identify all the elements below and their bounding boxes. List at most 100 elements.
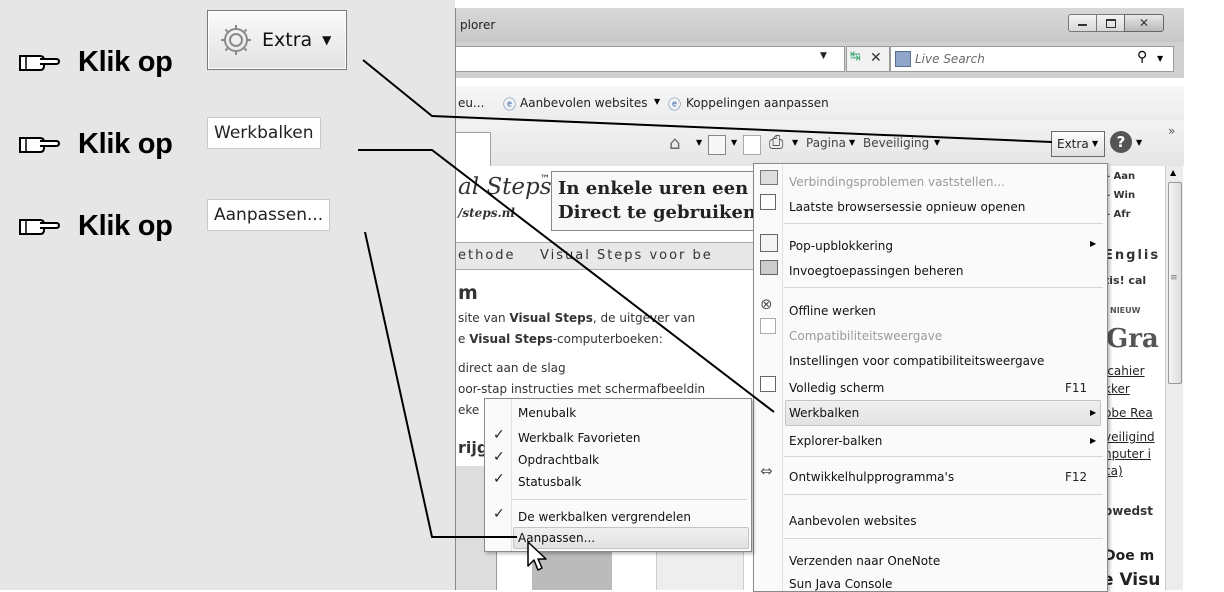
gra-heading: Gra	[1106, 324, 1159, 354]
right-item-2[interactable]: – Win	[1105, 190, 1135, 201]
developer-tools-icon: ⇔	[760, 462, 773, 480]
search-dropdown-icon[interactable]: ▼	[1157, 54, 1163, 63]
intro-1b: Visual Steps	[509, 311, 593, 325]
chevron-down-icon[interactable]: ▼	[934, 138, 940, 147]
submenu-arrow-icon: ▶	[1090, 436, 1097, 445]
checkmark-icon: ✓	[493, 506, 505, 522]
address-dropdown-icon[interactable]: ▼	[820, 51, 827, 61]
visu-heading: e Visu	[1102, 570, 1161, 590]
intro-line-5: eke	[458, 403, 480, 417]
pointing-hand-icon	[19, 137, 60, 153]
nav-item-visual-steps[interactable]: Visual Steps voor be	[540, 248, 713, 263]
intro-2a: e	[458, 332, 470, 346]
right-link-5[interactable]: nputer i	[1104, 447, 1151, 461]
chevron-down-icon[interactable]: ▼	[654, 97, 660, 106]
menu-item-suggested-sites[interactable]: Aanbevolen websites	[789, 514, 917, 528]
page-menu[interactable]: Pagina	[806, 136, 846, 150]
fav-item-1[interactable]: eu...	[458, 96, 484, 110]
werkbalken-tag: Werkbalken	[207, 117, 321, 149]
chevron-down-icon[interactable]: ▼	[792, 138, 798, 147]
menu-item-toolbars[interactable]: Werkbalken	[789, 406, 859, 420]
nav-item-methode[interactable]: ethode	[458, 248, 516, 263]
search-icon[interactable]: ⚲	[1137, 49, 1147, 65]
addons-icon	[760, 260, 778, 275]
intro-line-4: oor-stap instructies met schermafbeeldin	[458, 382, 706, 396]
menu-item-explorer-bars[interactable]: Explorer-balken	[789, 434, 882, 448]
menu-item-compat-view[interactable]: Compatibiliteitsweergave	[789, 329, 942, 343]
title-bar: plorer ✕	[456, 8, 1184, 42]
instruction-panel: Klik op Extra ▼ Klik op Werkbalken Klik …	[0, 0, 455, 590]
minimize-button[interactable]	[1068, 14, 1097, 32]
right-link-3[interactable]: obe Rea	[1104, 406, 1153, 420]
site-nav: ethode Visual Steps voor be	[456, 242, 756, 270]
fav-item-3[interactable]: Koppelingen aanpassen	[686, 96, 829, 110]
menu-item-offline[interactable]: Offline werken	[789, 304, 876, 318]
reopen-session-icon	[760, 194, 776, 210]
popup-blocker-icon	[760, 234, 778, 252]
mail-icon[interactable]	[743, 135, 761, 155]
scroll-up-icon[interactable]: ▲	[1170, 168, 1176, 177]
ie-page-icon: ⓔ	[668, 98, 682, 113]
submenu-item-lock-toolbars[interactable]: De werkbalken vergrendelen	[518, 510, 691, 524]
right-item-3[interactable]: – Afr	[1105, 209, 1131, 220]
owedst-label: owedst	[1104, 504, 1153, 518]
menu-item-fullscreen[interactable]: Volledig scherm	[789, 381, 884, 395]
command-bar: ⌂ ▼ ▼ ⎙ ▼ Pagina ▼ Beveiliging ▼ Extra ▼…	[456, 120, 1184, 167]
address-bar-row: ▼ ↹ ✕ Live Search ⚲ ▼	[456, 42, 1184, 78]
menu-gutter	[782, 164, 783, 591]
chevron-down-icon[interactable]: ▼	[731, 138, 737, 147]
menu-item-compat-settings[interactable]: Instellingen voor compatibiliteitsweerga…	[789, 354, 1044, 368]
grip-icon: ≡	[1170, 273, 1178, 283]
step-3-text: Klik op	[78, 209, 173, 242]
compat-view-icon	[760, 318, 776, 334]
menu-separator	[784, 287, 1103, 288]
toolbars-submenu: Menubalk ✓ Werkbalk Favorieten ✓ Opdrach…	[484, 398, 752, 552]
menu-item-reopen-session[interactable]: Laatste browsersessie opnieuw openen	[789, 200, 1025, 214]
doe-heading: Doe m	[1104, 548, 1155, 564]
trademark: ™	[540, 174, 550, 185]
close-button[interactable]: ✕	[1124, 14, 1164, 32]
chevron-down-icon[interactable]: ▼	[849, 138, 855, 147]
fav-item-2[interactable]: Aanbevolen websites	[520, 96, 648, 110]
menu-item-popup-blocker[interactable]: Pop-upblokkering	[789, 239, 893, 253]
submenu-item-menubar[interactable]: Menubalk	[518, 406, 576, 420]
menu-item-developer-tools[interactable]: Ontwikkelhulpprogramma's	[789, 470, 954, 484]
scrollbar-thumb[interactable]: ≡	[1168, 182, 1182, 384]
submenu-item-status-bar[interactable]: Statusbalk	[518, 475, 582, 489]
menu-separator	[511, 499, 747, 500]
gratis-label: tis! cal	[1104, 274, 1147, 287]
developer-tools-shortcut: F12	[1065, 470, 1088, 484]
vertical-scrollbar[interactable]: ▲ ≡	[1165, 166, 1183, 590]
refresh-icon[interactable]: ↹	[850, 49, 861, 64]
menu-item-diagnose[interactable]: Verbindingsproblemen vaststellen...	[789, 175, 1005, 189]
extra-menu-button[interactable]: Extra ▼	[1051, 131, 1105, 157]
address-field[interactable]	[456, 46, 845, 72]
right-link-1[interactable]: icahier	[1104, 364, 1145, 378]
menu-item-addons[interactable]: Invoegtoepassingen beheren	[789, 264, 964, 278]
chevron-down-icon[interactable]: ▼	[696, 138, 702, 147]
fullscreen-icon	[760, 376, 776, 392]
step-2: Klik op	[18, 124, 173, 164]
right-link-4[interactable]: veiligind	[1104, 430, 1155, 444]
right-item-1[interactable]: – Aan	[1105, 171, 1135, 182]
help-icon[interactable]: ?	[1110, 131, 1132, 153]
intro-1a: site van	[458, 311, 510, 325]
home-icon[interactable]: ⌂	[669, 133, 680, 154]
site-logo: al Steps	[458, 174, 552, 200]
search-field[interactable]: Live Search ⚲ ▼	[890, 46, 1174, 72]
submenu-item-command-bar[interactable]: Opdrachtbalk	[518, 453, 599, 467]
english-link[interactable]: Englis	[1104, 248, 1160, 263]
overflow-chevron-icon[interactable]: »	[1168, 124, 1175, 138]
stop-icon[interactable]: ✕	[870, 50, 882, 66]
chevron-down-icon[interactable]: ▼	[1136, 138, 1142, 147]
banner-line-2: Direct te gebruiken i	[558, 202, 770, 223]
maximize-button[interactable]	[1096, 14, 1125, 32]
submenu-item-favorites-bar[interactable]: Werkbalk Favorieten	[518, 431, 640, 445]
print-icon[interactable]: ⎙	[769, 132, 783, 153]
menu-item-java-console[interactable]: Sun Java Console	[789, 577, 892, 591]
refresh-stop-group: ↹ ✕	[846, 46, 890, 72]
safety-menu[interactable]: Beveiliging	[863, 136, 929, 150]
menu-item-onenote[interactable]: Verzenden naar OneNote	[789, 554, 940, 568]
feeds-icon[interactable]	[708, 135, 726, 155]
mouse-cursor-icon	[527, 541, 547, 571]
